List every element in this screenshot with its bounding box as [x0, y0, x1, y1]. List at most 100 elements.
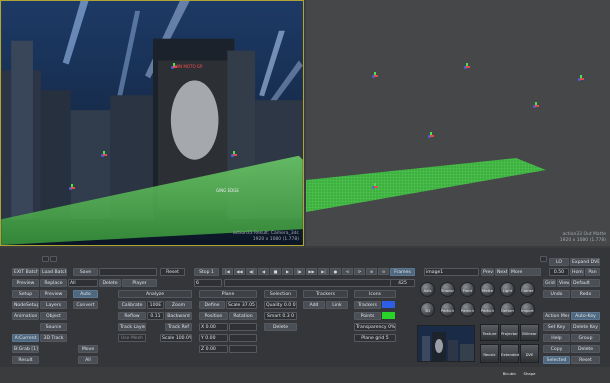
recalc-node[interactable]: Recalc — [480, 344, 499, 363]
front-source-node[interactable]: Front Source — [460, 282, 475, 297]
backward-button[interactable]: Backward — [165, 312, 192, 320]
node-name-field[interactable]: image1 — [424, 268, 479, 276]
3d-track-dropdown[interactable]: 3D Track — [40, 334, 67, 342]
particle-generator-node[interactable]: Particle Generator — [440, 302, 455, 317]
transport-button[interactable]: ▶▶ — [306, 268, 317, 275]
panel-toggle[interactable] — [50, 256, 57, 262]
transport-button[interactable]: ◀ — [258, 268, 269, 275]
panel-toggle[interactable] — [42, 256, 49, 262]
reset-button[interactable]: Reset — [160, 268, 185, 276]
transport-button[interactable]: ⟲ — [342, 268, 353, 275]
axis-node[interactable]: Axis — [420, 282, 435, 297]
action-menu-button[interactable]: Action Menu — [543, 312, 570, 320]
result-viewport[interactable]: WIN MOTO GP GING EDGE action33 Result: C… — [0, 0, 304, 246]
light-node[interactable]: Light — [500, 282, 515, 297]
set-key-button[interactable]: Set Key — [543, 323, 570, 331]
transparency-field[interactable]: Transparency 0% — [354, 323, 396, 331]
deform-node[interactable]: Deform — [500, 302, 515, 317]
all-button[interactable]: All — [78, 356, 98, 364]
redo-dropdown[interactable]: Redo — [571, 290, 600, 298]
transport-button[interactable]: ⟳ — [354, 268, 365, 275]
selection-delete-button[interactable]: Delete — [264, 323, 297, 331]
delete-node-button[interactable]: Delete — [571, 345, 600, 353]
frame-number-field[interactable]: 6 — [194, 279, 222, 287]
exit-batch-button[interactable]: EXIT Batch — [12, 268, 39, 276]
icons-header[interactable]: Icons — [354, 290, 396, 298]
auto-button[interactable]: Auto — [73, 290, 98, 298]
next-button[interactable]: Next — [495, 268, 508, 276]
axis-gizmo-icon[interactable] — [231, 151, 237, 157]
view-button[interactable]: View — [557, 279, 570, 287]
panel-toggle[interactable] — [540, 256, 547, 262]
pos-y-field[interactable]: Y 0.00 — [199, 334, 228, 342]
axis-gizmo-icon[interactable] — [372, 183, 378, 189]
plane-header[interactable]: Plane — [199, 290, 257, 298]
3d-text-node[interactable]: 3D Text — [420, 302, 435, 317]
axis-gizmo-icon[interactable] — [464, 63, 470, 69]
transport-button[interactable]: |◀ — [222, 268, 233, 275]
transport-button[interactable]: ⊕ — [366, 268, 377, 275]
texture-node[interactable]: Texture — [480, 324, 499, 341]
projector-node[interactable]: Projector — [500, 324, 519, 341]
load-batch-button[interactable]: Load Batch — [40, 268, 67, 276]
define-button[interactable]: Define — [199, 301, 225, 309]
stop-button[interactable]: Stop 1 — [194, 268, 219, 276]
extended-bicubic-node[interactable]: Extended Bicubic — [500, 344, 519, 376]
rot-x-field[interactable] — [229, 323, 257, 331]
axis-gizmo-icon[interactable] — [101, 151, 107, 157]
transport-button[interactable]: ▶ — [282, 268, 293, 275]
axis-gizmo-icon[interactable] — [533, 102, 539, 108]
transport-button[interactable]: ● — [330, 268, 341, 275]
copy-button[interactable]: Copy — [543, 345, 570, 353]
undo-dropdown[interactable]: Undo — [543, 290, 570, 298]
mode-dropdown[interactable]: More — [509, 268, 541, 276]
axis-gizmo-icon[interactable] — [372, 72, 378, 78]
help-button[interactable]: Help — [543, 334, 570, 342]
delete-button[interactable]: Delete — [99, 279, 121, 287]
matte-viewport[interactable]: action33 Out Matte 1920 x 1080 (1.778) — [306, 0, 610, 246]
pos-x-field[interactable]: X 0.00 — [199, 323, 228, 331]
animation-button[interactable]: Animation — [12, 312, 39, 320]
move-button[interactable]: Move — [78, 345, 98, 353]
object-dropdown[interactable]: Object — [40, 312, 67, 320]
points-toggle[interactable]: Points — [354, 312, 381, 320]
pos-z-field[interactable]: Z 0.00 — [199, 345, 228, 353]
layers-button[interactable]: Layers — [40, 301, 67, 309]
transport-button[interactable]: ■ — [270, 268, 281, 275]
preview-tab[interactable]: Preview — [40, 290, 67, 298]
particle-bouncer-node[interactable]: Particle Bouncer — [480, 302, 495, 317]
zoom-button[interactable]: Zoom — [165, 301, 192, 309]
trackers-toggle[interactable]: Trackers — [354, 301, 381, 309]
auto-key-button[interactable]: Auto-Key — [571, 312, 600, 320]
expand-dve-button[interactable]: Expand DVE — [570, 258, 600, 266]
camera-node[interactable]: Camera — [520, 282, 535, 297]
rot-z-field[interactable] — [229, 345, 257, 353]
field[interactable] — [99, 268, 157, 276]
use-mesh-button[interactable]: Use Mesh — [118, 334, 146, 342]
axis-gizmo-icon[interactable] — [69, 184, 75, 190]
transport-button[interactable]: ◀◀ — [234, 268, 245, 275]
points-color-swatch[interactable] — [382, 312, 395, 319]
track-layer-button[interactable]: Track Layer — [118, 323, 146, 331]
reflow-button[interactable]: Reflow — [118, 312, 146, 320]
delete-key-button[interactable]: Delete Key — [571, 323, 600, 331]
plane-grid-field[interactable]: Plane grid 5 — [354, 334, 396, 342]
link-tracker-button[interactable]: Link — [326, 301, 348, 309]
transport-button[interactable]: ◀| — [246, 268, 257, 275]
matte-source-node[interactable]: Matte Source — [480, 282, 495, 297]
a-current-button[interactable]: A:Current — [12, 334, 39, 342]
transport-button[interactable]: ▶| — [318, 268, 329, 275]
b-grab-button[interactable]: B:Grab [1] — [12, 345, 39, 353]
preview-button[interactable]: Preview — [12, 279, 39, 287]
rotation-button[interactable]: Rotation — [229, 312, 257, 320]
all-field[interactable]: All — [68, 279, 98, 287]
frame-end-field[interactable]: 425 — [390, 279, 415, 287]
grid-button[interactable]: Grid — [543, 279, 556, 287]
import-node[interactable]: Import — [520, 302, 535, 317]
rot-y-field[interactable] — [229, 334, 257, 342]
source-dropdown[interactable]: Source — [40, 323, 67, 331]
zoom-field[interactable]: 0.50 — [549, 268, 569, 276]
track-ref-button[interactable]: Track Ref — [165, 323, 192, 331]
axis-gizmo-icon[interactable] — [428, 132, 434, 138]
convert-button[interactable]: Convert — [73, 301, 98, 309]
